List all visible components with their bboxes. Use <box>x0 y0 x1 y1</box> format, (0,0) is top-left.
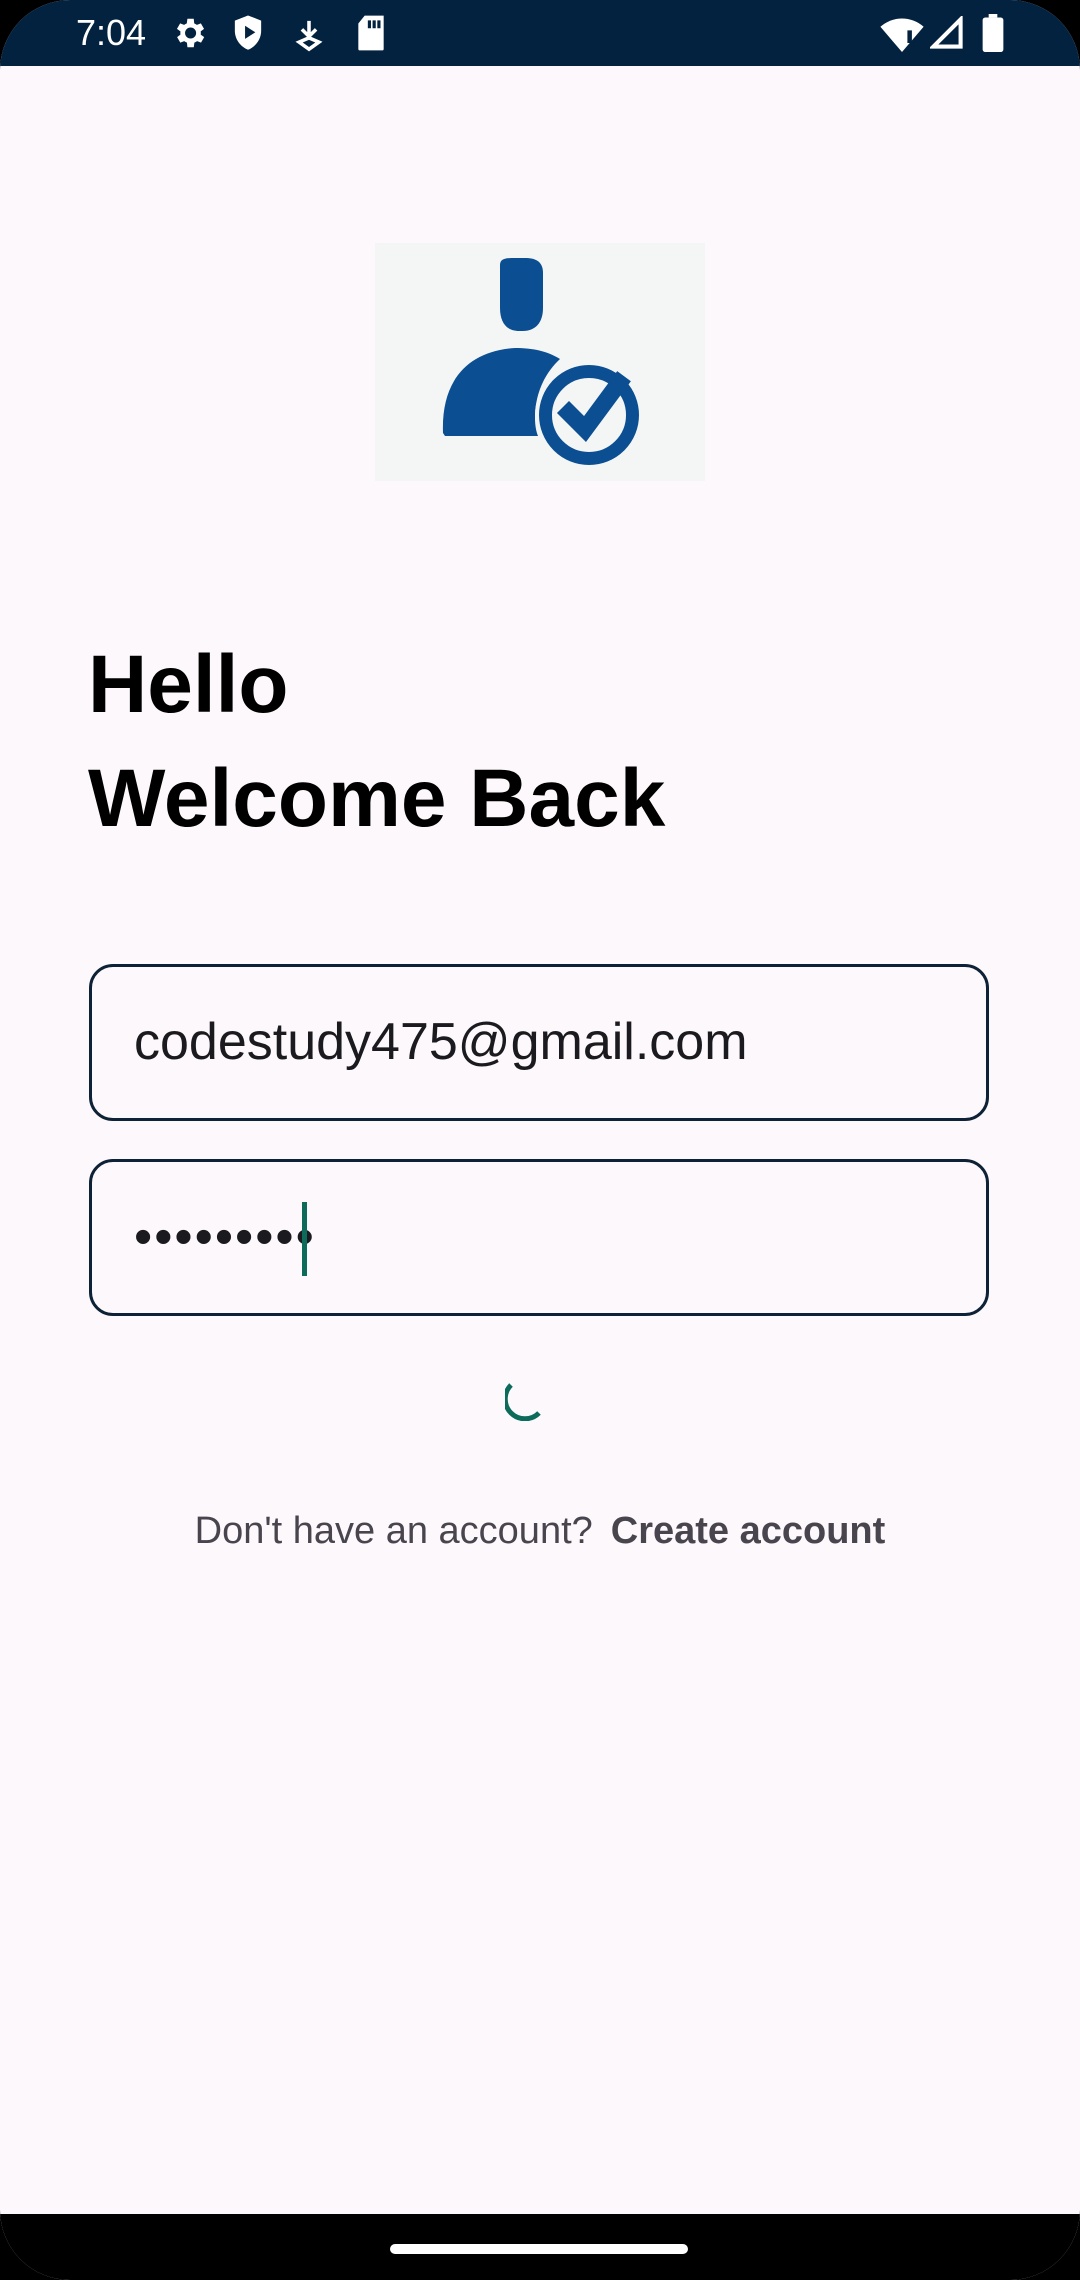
signal-icon <box>928 14 964 55</box>
email-field[interactable]: codestudy475@gmail.com <box>89 964 989 1121</box>
gear-icon <box>170 14 208 57</box>
signup-prompt: Don't have an account? Create account <box>0 1510 1080 1553</box>
download-icon <box>292 18 326 57</box>
create-account-link[interactable]: Create account <box>611 1510 886 1552</box>
shield-play-icon <box>230 14 266 57</box>
status-time: 7:04 <box>76 12 147 53</box>
heading-line-welcome-back: Welcome Back <box>88 753 666 844</box>
signup-prompt-text: Don't have an account? <box>194 1510 593 1552</box>
battery-icon <box>982 14 1004 57</box>
wifi-icon <box>880 16 924 57</box>
status-bar: 7:04 <box>0 0 1080 66</box>
password-field[interactable]: ••••••••• <box>89 1159 989 1316</box>
text-caret <box>302 1202 307 1276</box>
heading-line-hello: Hello <box>88 639 289 730</box>
app-logo <box>375 243 705 481</box>
user-verified-icon <box>442 258 643 469</box>
home-handle[interactable] <box>390 2244 688 2254</box>
login-screen: 7:04 Hello Welcome Back codestudy475@gma… <box>0 0 1080 2280</box>
loading-spinner-icon <box>502 1375 551 1422</box>
password-value: ••••••••• <box>134 1208 316 1266</box>
email-value: codestudy475@gmail.com <box>134 1013 748 1071</box>
sd-card-icon <box>355 14 387 57</box>
welcome-heading: Hello Welcome Back <box>88 628 665 856</box>
